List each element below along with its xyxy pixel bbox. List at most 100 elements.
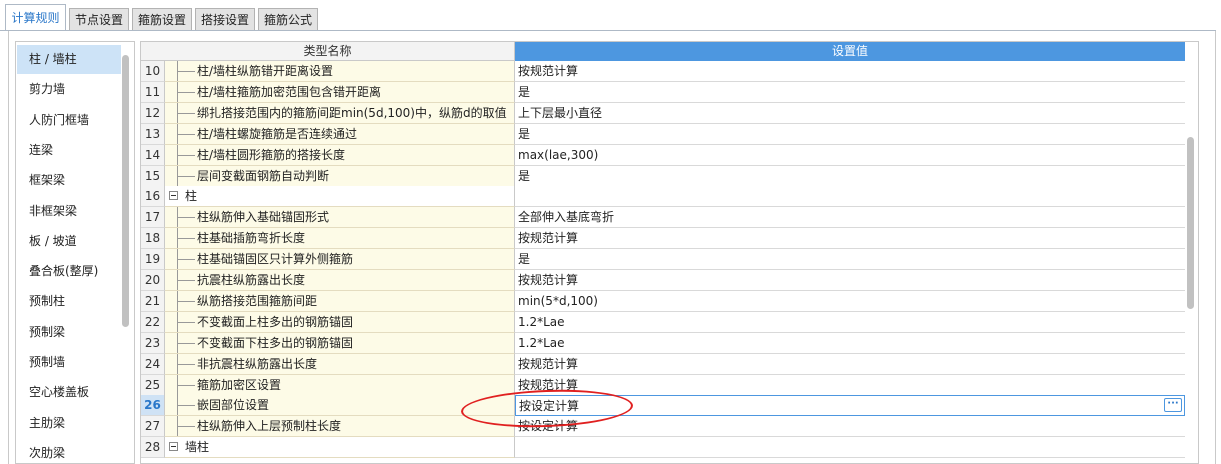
setting-name: 柱 [165, 186, 515, 208]
setting-name-text: 纵筋搭接范围箍筋间距 [197, 293, 318, 308]
table-row[interactable]: 23 不变截面下柱多出的钢筋锚固 1.2*Lae [141, 332, 1185, 354]
sidebar-item[interactable]: 非框架梁 [17, 197, 121, 226]
table-row[interactable]: 13 柱/墙柱螺旋箍筋是否连续通过 是 [141, 123, 1185, 145]
tree-branch [177, 217, 195, 219]
row-number: 18 [141, 228, 165, 250]
setting-name-text: 抗震柱纵筋露出长度 [197, 273, 306, 287]
sidebar-item[interactable]: 空心楼盖板 [17, 378, 121, 407]
sidebar-item[interactable]: 主肋梁 [17, 409, 121, 438]
grid-scrollbar[interactable] [1187, 137, 1194, 309]
list-scrollbar[interactable] [122, 55, 129, 327]
setting-value[interactable]: 全部伸入基底弯折 [515, 207, 1185, 229]
setting-value[interactable]: min(5*d,100) [515, 290, 1185, 312]
tab-stirrup-settings[interactable]: 箍筋设置 [132, 8, 192, 30]
table-row[interactable]: 12 绑扎搭接范围内的箍筋间距min(5d,100)中，纵筋d的取值 上下层最小直径 [141, 102, 1185, 124]
row-number: 10 [141, 61, 165, 82]
tab-calc-rules[interactable]: 计算规则 [5, 4, 66, 31]
setting-value[interactable] [515, 186, 1185, 208]
tab-lap-settings[interactable]: 搭接设置 [195, 8, 255, 30]
setting-name: 柱纵筋伸入基础锚固形式 [165, 207, 515, 229]
tree-branch [177, 112, 195, 114]
table-row[interactable]: 20 抗震柱纵筋露出长度 按规范计算 [141, 270, 1185, 291]
row-number: 17 [141, 207, 165, 229]
table-row[interactable]: 19 柱基础锚固区只计算外侧箍筋 是 [141, 249, 1185, 271]
sidebar-item[interactable]: 柱 / 墙柱 [17, 45, 121, 74]
setting-value-text: 按规范计算 [518, 231, 579, 246]
sidebar-item[interactable]: 次肋梁 [17, 439, 121, 463]
setting-value-text: 按设定计算 [518, 419, 579, 434]
row-number: 14 [141, 144, 165, 166]
table-row[interactable]: 18 柱基础插筋弯折长度 按规范计算 [141, 228, 1185, 250]
sidebar-item[interactable]: 剪力墙 [17, 75, 121, 104]
table-row[interactable]: 25 箍筋加密区设置 按规范计算 [141, 374, 1185, 396]
setting-name-text: 柱 [185, 189, 198, 204]
row-number: 22 [141, 311, 165, 333]
sidebar-item[interactable]: 预制柱 [17, 287, 121, 316]
setting-value[interactable]: 是 [515, 249, 1185, 271]
tab-node-settings[interactable]: 节点设置 [69, 8, 129, 30]
sidebar-item[interactable]: 叠合板(整厚) [17, 257, 121, 286]
table-row[interactable]: 14 柱/墙柱圆形箍筋的搭接长度 max(lae,300) [141, 144, 1185, 166]
setting-value-text: 1.2*Lae [518, 314, 565, 329]
group-row[interactable]: 28 墙柱 [141, 437, 1185, 459]
setting-name: 柱/墙柱圆形箍筋的搭接长度 [165, 144, 515, 166]
setting-value[interactable]: 按规范计算 [515, 228, 1185, 250]
setting-value[interactable]: 按规范计算 [515, 270, 1185, 291]
ellipsis-button[interactable]: ··· [1164, 398, 1182, 413]
setting-name: 柱纵筋伸入上层预制柱长度 [165, 416, 515, 438]
setting-value-text: 按设定计算 [519, 399, 580, 414]
setting-value[interactable] [515, 437, 1185, 459]
row-number: 12 [141, 102, 165, 124]
table-row[interactable]: 11 柱/墙柱箍筋加密范围包含错开距离 是 [141, 81, 1185, 103]
row-number: 23 [141, 332, 165, 354]
setting-name-text: 柱/墙柱箍筋加密范围包含错开距离 [197, 84, 382, 99]
setting-value[interactable]: 按规范计算 [515, 353, 1185, 375]
setting-value-text: 全部伸入基底弯折 [518, 210, 615, 225]
setting-value[interactable]: 是 [515, 81, 1185, 103]
tree-branch [177, 363, 195, 365]
setting-name-text: 箍筋加密区设置 [197, 377, 282, 392]
table-row[interactable]: 22 不变截面上柱多出的钢筋锚固 1.2*Lae [141, 311, 1185, 333]
tree-branch [177, 71, 195, 72]
sidebar-item[interactable]: 人防门框墙 [17, 106, 121, 135]
setting-value[interactable]: max(lae,300) [515, 144, 1185, 166]
tree-branch [177, 133, 195, 135]
row-number: 19 [141, 249, 165, 271]
setting-value[interactable]: 按设定计算 [515, 416, 1185, 438]
setting-value-text: 上下层最小直径 [518, 105, 603, 120]
sidebar-item[interactable]: 预制梁 [17, 318, 121, 347]
setting-value[interactable]: 按规范计算 [515, 61, 1185, 82]
row-number: 13 [141, 123, 165, 145]
setting-value-text: 按规范计算 [518, 64, 579, 78]
table-row[interactable]: 27 柱纵筋伸入上层预制柱长度 按设定计算 [141, 416, 1185, 438]
setting-value[interactable]: 按规范计算 [515, 374, 1185, 396]
collapse-icon[interactable] [169, 191, 178, 201]
sidebar-item[interactable]: 连梁 [17, 136, 121, 165]
setting-value[interactable]: 是 [515, 165, 1185, 187]
tab-stirrup-formula[interactable]: 箍筋公式 [258, 8, 318, 30]
setting-name-text: 绑扎搭接范围内的箍筋间距min(5d,100)中，纵筋d的取值 [197, 105, 507, 120]
setting-value[interactable]: 按设定计算 ··· [515, 395, 1185, 417]
sidebar-item[interactable]: 框架梁 [17, 166, 121, 195]
table-row[interactable]: 26 嵌固部位设置 按设定计算 ··· [141, 395, 1185, 417]
setting-value[interactable]: 上下层最小直径 [515, 102, 1185, 124]
table-row[interactable]: 10 柱/墙柱纵筋错开距离设置 按规范计算 [141, 61, 1185, 82]
setting-value-text: 是 [518, 126, 531, 141]
table-row[interactable]: 21 纵筋搭接范围箍筋间距 min(5*d,100) [141, 290, 1185, 312]
setting-name: 嵌固部位设置 [165, 395, 515, 417]
setting-value[interactable]: 1.2*Lae [515, 311, 1185, 333]
setting-value[interactable]: 是 [515, 123, 1185, 145]
collapse-icon[interactable] [169, 442, 178, 452]
tree-branch [177, 238, 195, 240]
setting-value-text: 是 [518, 168, 531, 183]
table-row[interactable]: 17 柱纵筋伸入基础锚固形式 全部伸入基底弯折 [141, 207, 1185, 229]
tree-branch [177, 300, 195, 302]
table-row[interactable]: 24 非抗震柱纵筋露出长度 按规范计算 [141, 353, 1185, 375]
group-row[interactable]: 16 柱 [141, 186, 1185, 208]
setting-value[interactable]: 1.2*Lae [515, 332, 1185, 354]
table-row[interactable]: 15 层间变截面钢筋自动判断 是 [141, 165, 1185, 187]
tree-branch [177, 280, 195, 281]
sidebar-item[interactable]: 板 / 坡道 [17, 227, 121, 256]
sidebar-item[interactable]: 预制墙 [17, 348, 121, 377]
setting-name: 不变截面上柱多出的钢筋锚固 [165, 311, 515, 333]
